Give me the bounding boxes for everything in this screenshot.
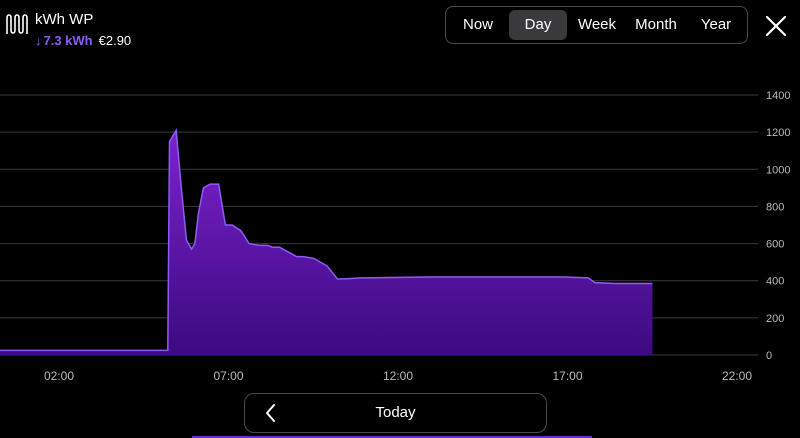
tab-day[interactable]: Day	[509, 10, 567, 40]
tab-month[interactable]: Month	[627, 10, 685, 40]
date-label: Today	[375, 404, 416, 421]
series-area	[0, 130, 653, 355]
meter-icon	[6, 14, 28, 34]
arrow-down-icon: ↓	[35, 33, 42, 48]
y-tick-label: 1400	[766, 90, 790, 102]
header: kWh WP ↓ 7.3 kWh €2.90 Now Day Week Month …	[0, 0, 800, 60]
x-tick-label: 02:00	[44, 369, 74, 383]
period-selector: Now Day Week Month Year	[445, 6, 748, 44]
tab-week[interactable]: Week	[568, 10, 626, 40]
energy-summary: ↓ 7.3 kWh €2.90	[35, 33, 131, 48]
page-title: kWh WP	[35, 11, 94, 28]
y-tick-label: 200	[766, 313, 784, 325]
close-icon[interactable]	[764, 14, 788, 38]
tab-year[interactable]: Year	[687, 10, 745, 40]
x-tick-label: 12:00	[383, 369, 413, 383]
date-navigator: Today	[244, 393, 547, 433]
x-tick-label: 17:00	[552, 369, 582, 383]
y-tick-label: 1200	[766, 127, 790, 139]
power-chart: 0 200 400 600 800 1000 1200 1400 02:00 07:00 12:0…	[0, 90, 790, 383]
tab-now[interactable]: Now	[449, 10, 507, 40]
y-tick-label: 0	[766, 350, 772, 362]
y-tick-label: 1000	[766, 164, 790, 176]
x-tick-label: 22:00	[722, 369, 752, 383]
x-tick-label: 07:00	[213, 369, 243, 383]
energy-value: 7.3 kWh	[43, 33, 93, 48]
y-tick-label: 800	[766, 201, 784, 213]
cost-value: €2.90	[98, 33, 132, 48]
y-tick-label: 600	[766, 239, 784, 251]
y-tick-label: 400	[766, 276, 784, 288]
